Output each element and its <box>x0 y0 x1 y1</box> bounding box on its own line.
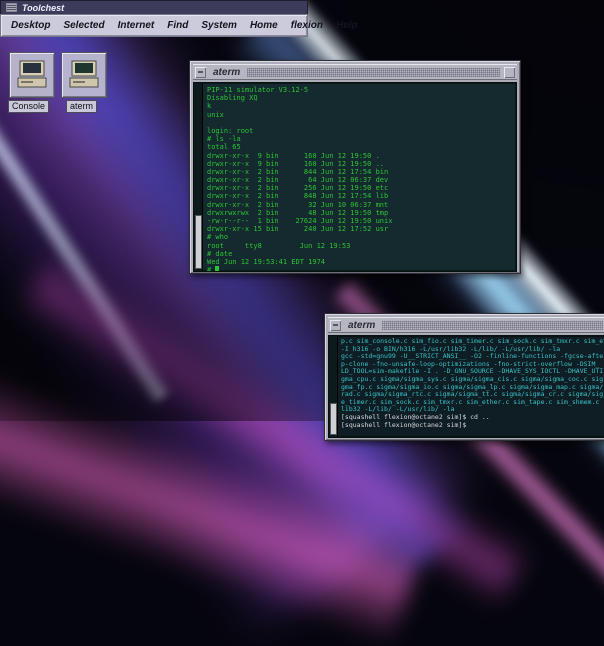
terminal-line: unix <box>207 111 512 119</box>
menu-item[interactable]: Desktop <box>11 20 50 31</box>
menu-item[interactable]: Help <box>336 20 358 31</box>
computer-icon <box>68 60 100 90</box>
window-titlebar[interactable]: aterm <box>193 64 517 80</box>
terminal-line: drwxr-xr-x 2 bin 256 Jun 12 19:50 etc <box>207 184 512 192</box>
computer-icon <box>16 60 48 90</box>
terminal-line: drwxr-xr-x 2 bin 848 Jun 12 17:54 lib <box>207 192 512 200</box>
titlebar-stipple <box>382 321 603 330</box>
terminal-line: total 65 <box>207 143 512 151</box>
terminal-line: drwxr-xr-x 15 bin 240 Jun 12 17:52 usr <box>207 225 512 233</box>
terminal-line: # who <box>207 233 512 241</box>
menu-item[interactable]: Internet <box>118 20 155 31</box>
toolchest-menubar: DesktopSelectedInternetFindSystemHomefle… <box>0 14 308 37</box>
aterm-window: aterm PIP-11 simulator V3.12-5Disabling … <box>189 60 521 274</box>
terminal-line: root tty8 Jun 12 19:53 <box>207 242 512 250</box>
window-menu-button[interactable] <box>195 67 206 78</box>
terminal-prompt-line: [squashell flexion@octane2 sim]$ <box>341 422 604 430</box>
toolchest-title: Toolchest <box>22 3 64 13</box>
window-title: aterm <box>210 67 243 78</box>
menu-item[interactable]: System <box>201 20 237 31</box>
terminal-output: PIP-11 simulator V3.12-5Disabling XQkuni… <box>203 83 516 271</box>
terminal-line: k <box>207 102 512 110</box>
terminal-line <box>207 119 512 127</box>
desktop-icon-console[interactable] <box>9 52 55 98</box>
terminal-line: -rw-r--r-- 1 bin 27624 Jun 12 19:50 unix <box>207 217 512 225</box>
menu-item[interactable]: flexion <box>291 20 323 31</box>
window-menu-button[interactable] <box>330 320 341 331</box>
scrollbar[interactable] <box>194 83 203 271</box>
terminal-output: p.c sim_console.c sim_fio.c sim_timer.c … <box>338 336 604 437</box>
menu-item[interactable]: Selected <box>63 20 104 31</box>
terminal-line: Disabling XQ <box>207 94 512 102</box>
icon-label-aterm[interactable]: aterm <box>66 100 97 113</box>
icon-label-console[interactable]: Console <box>8 100 49 113</box>
desktop-icon-aterm[interactable] <box>61 52 107 98</box>
terminal-line: drwxr-xr-x 2 bin 64 Jun 12 06:37 dev <box>207 176 512 184</box>
scrollbar-thumb[interactable] <box>330 403 337 435</box>
terminal-line: drwxr-xr-x 9 bin 160 Jun 12 19:50 .. <box>207 160 512 168</box>
terminal-screen[interactable]: p.c sim_console.c sim_fio.c sim_timer.c … <box>328 335 604 438</box>
terminal-line: drwxrwxrwx 2 bin 48 Jun 12 19:50 tmp <box>207 209 512 217</box>
titlebar-stipple <box>247 68 500 77</box>
toolchest-titlebar[interactable]: Toolchest <box>0 0 308 14</box>
terminal-line: login: root <box>207 127 512 135</box>
terminal-line: drwxr-xr-x 2 bin 844 Jun 12 17:54 bin <box>207 168 512 176</box>
window-title: aterm <box>345 320 378 331</box>
terminal-line: # date <box>207 250 512 258</box>
menu-item[interactable]: Home <box>250 20 278 31</box>
menu-item[interactable]: Find <box>167 20 188 31</box>
grip-icon <box>6 3 17 12</box>
window-maximize-button[interactable] <box>504 67 515 78</box>
terminal-screen[interactable]: PIP-11 simulator V3.12-5Disabling XQkuni… <box>193 82 517 272</box>
toolchest-window: Toolchest Desktop Selected Internet Find Sys… <box>0 0 308 37</box>
desktop[interactable]: { "toolchest": { "title": "Toolchest", "… <box>0 0 604 421</box>
terminal-line: PIP-11 simulator V3.12-5 <box>207 86 512 94</box>
cursor <box>215 266 219 271</box>
terminal-line: drwxr-xr-x 9 bin 160 Jun 12 19:50 . <box>207 152 512 160</box>
scrollbar-thumb[interactable] <box>195 215 202 269</box>
terminal-line: # ls -la <box>207 135 512 143</box>
window-titlebar[interactable]: aterm <box>328 317 604 333</box>
terminal-line: drwxr-xr-x 2 bin 32 Jun 10 06:37 mnt <box>207 201 512 209</box>
scrollbar[interactable] <box>329 336 338 437</box>
aterm-window-2: aterm p.c sim_console.c sim_fio.c sim_ti… <box>324 313 604 441</box>
terminal-line: Wed Jun 12 19:53:41 EDT 1974 <box>207 258 512 266</box>
prompt-line: # <box>207 266 512 271</box>
